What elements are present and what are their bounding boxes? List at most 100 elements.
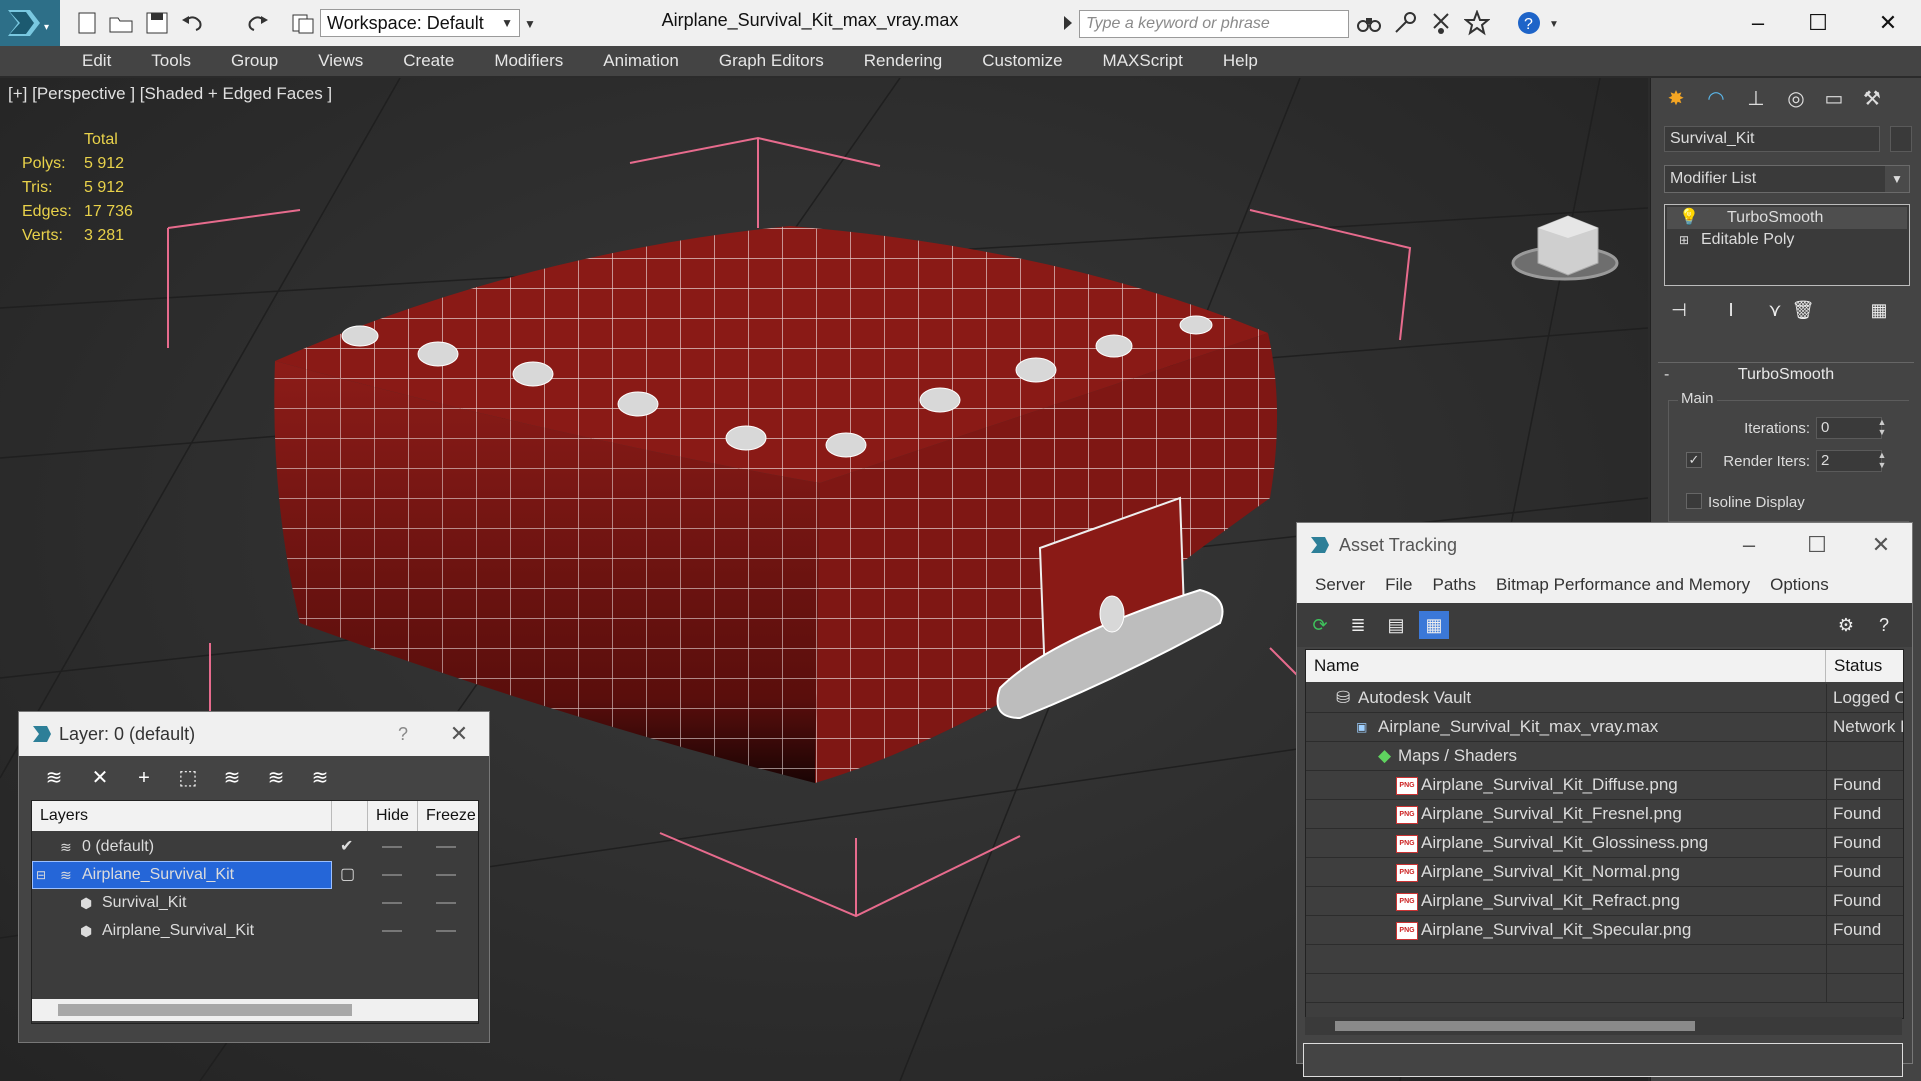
layer-hscroll-thumb[interactable] — [58, 1004, 352, 1016]
list-view-icon[interactable]: ≣ — [1343, 611, 1373, 639]
column-header-status[interactable]: Status — [1826, 650, 1903, 682]
menu-edit[interactable]: Edit — [62, 46, 131, 76]
render-iters-input[interactable]: 2 — [1816, 450, 1882, 472]
set-active-layer-icon[interactable]: ▢ — [340, 861, 355, 889]
column-header-hide[interactable]: Hide — [368, 801, 418, 831]
isoline-display-checkbox[interactable] — [1686, 493, 1702, 509]
freeze-toggle[interactable] — [436, 930, 456, 932]
create-layer-icon[interactable]: ≋ — [39, 764, 69, 792]
create-tab-icon[interactable]: ✸ — [1659, 82, 1693, 116]
help-question-button[interactable]: ? — [383, 718, 423, 750]
freeze-toggle[interactable] — [436, 846, 456, 848]
remove-modifier-icon[interactable]: 🗑 — [1788, 296, 1818, 324]
help-icon[interactable]: ? — [1516, 10, 1542, 36]
thumbnail-view-icon[interactable]: ▤ — [1381, 611, 1411, 639]
open-folder-icon[interactable] — [108, 10, 134, 36]
active-layer-check-icon[interactable]: ✔ — [340, 833, 353, 861]
asset-row[interactable]: ▣ Airplane_Survival_Kit_max_vray.max Net… — [1306, 713, 1903, 742]
asset-close-button[interactable]: ✕ — [1861, 529, 1901, 561]
make-unique-icon[interactable]: ⋎ — [1760, 296, 1790, 324]
pin-stack-icon[interactable]: ⊣ — [1664, 296, 1694, 324]
minimize-button[interactable]: – — [1730, 4, 1786, 42]
collapse-minus-icon[interactable]: ⊟ — [36, 861, 46, 889]
asset-menu-server[interactable]: Server — [1305, 567, 1375, 603]
view-cube-icon[interactable] — [1511, 215, 1619, 281]
help-menu-icon[interactable]: ▼ — [1548, 10, 1562, 36]
menu-graph-editors[interactable]: Graph Editors — [699, 46, 844, 76]
add-to-layer-icon[interactable]: + — [129, 764, 159, 792]
asset-row[interactable]: PNG Airplane_Survival_Kit_Refract.png Fou… — [1306, 887, 1903, 916]
workspace-select[interactable]: Workspace: Default ▼ — [320, 9, 520, 37]
app-logo-icon[interactable]: ▾ — [0, 0, 60, 46]
key-icon[interactable] — [1392, 10, 1418, 36]
menu-create[interactable]: Create — [383, 46, 474, 76]
workspace-menu-icon[interactable]: ▼ — [522, 10, 540, 36]
menu-group[interactable]: Group — [211, 46, 298, 76]
save-icon[interactable] — [144, 10, 170, 36]
rollout-title[interactable]: TurboSmooth — [1658, 366, 1914, 384]
asset-row[interactable]: ◆ Maps / Shaders — [1306, 742, 1903, 771]
asset-row[interactable]: PNG Airplane_Survival_Kit_Diffuse.png Fou… — [1306, 771, 1903, 800]
asset-status-field[interactable] — [1303, 1043, 1903, 1077]
hide-toggle[interactable] — [382, 846, 402, 848]
layer-row[interactable]: ≋ 0 (default) ✔ — [32, 833, 478, 861]
asset-menu-paths[interactable]: Paths — [1422, 567, 1485, 603]
stack-item-editable-poly[interactable]: ⊞ Editable Poly — [1667, 229, 1907, 251]
menu-modifiers[interactable]: Modifiers — [474, 46, 583, 76]
menu-rendering[interactable]: Rendering — [844, 46, 962, 76]
layer-row[interactable]: ⊟ ≋ Airplane_Survival_Kit ▢ — [32, 861, 478, 889]
menu-customize[interactable]: Customize — [962, 46, 1082, 76]
asset-hscroll[interactable] — [1305, 1017, 1902, 1035]
asset-minimize-button[interactable]: – — [1729, 529, 1769, 561]
iterations-input[interactable]: 0 — [1816, 417, 1882, 439]
viewport-label[interactable]: [+] [Perspective ] [Shaded + Edged Faces… — [8, 84, 332, 104]
hierarchy-tab-icon[interactable]: ⊥ — [1739, 82, 1773, 116]
undo-icon[interactable] — [180, 10, 206, 36]
layer-row[interactable]: ⬢ Airplane_Survival_Kit — [32, 917, 478, 945]
binoculars-icon[interactable] — [1356, 10, 1382, 36]
communication-center-icon[interactable] — [1428, 10, 1454, 36]
asset-row[interactable]: PNG Airplane_Survival_Kit_Glossiness.png … — [1306, 829, 1903, 858]
asset-row[interactable]: ⛁ Autodesk Vault Logged Out — [1306, 684, 1903, 713]
layer-dialog-titlebar[interactable]: Layer: 0 (default) ? ✕ — [19, 712, 489, 756]
layer-dialog-close-button[interactable]: ✕ — [439, 718, 479, 750]
column-header-layers[interactable]: Layers — [32, 801, 332, 831]
asset-menu-options[interactable]: Options — [1760, 567, 1839, 603]
stack-item-turbosmooth[interactable]: 💡 TurboSmooth — [1667, 207, 1907, 229]
hide-toggle[interactable] — [382, 930, 402, 932]
iterations-spinner-icon[interactable]: ▲ ▼ — [1874, 417, 1890, 439]
search-input[interactable]: Type a keyword or phrase — [1079, 10, 1349, 38]
vault-connect-icon[interactable]: ⚙ — [1831, 611, 1861, 639]
maximize-button[interactable]: ☐ — [1790, 4, 1846, 42]
menu-tools[interactable]: Tools — [131, 46, 211, 76]
asset-row[interactable]: PNG Airplane_Survival_Kit_Fresnel.png Fou… — [1306, 800, 1903, 829]
new-file-icon[interactable] — [74, 10, 100, 36]
hide-all-layers-icon[interactable]: ≋ — [261, 764, 291, 792]
table-view-icon[interactable]: ▦ — [1419, 611, 1449, 639]
close-button[interactable]: ✕ — [1860, 4, 1916, 42]
utilities-tab-icon[interactable]: ⚒ — [1855, 82, 1889, 116]
highlight-layer-icon[interactable]: ≋ — [217, 764, 247, 792]
redo-icon[interactable] — [244, 10, 270, 36]
menu-views[interactable]: Views — [298, 46, 383, 76]
project-folder-icon[interactable] — [290, 10, 316, 36]
asset-menu-bitmap-performance[interactable]: Bitmap Performance and Memory — [1486, 567, 1760, 603]
object-name-field[interactable]: Survival_Kit — [1664, 126, 1880, 152]
lightbulb-icon[interactable]: 💡 — [1679, 207, 1699, 229]
select-objects-icon[interactable]: ⬚ — [173, 764, 203, 792]
delete-layer-icon[interactable]: ✕ — [85, 764, 115, 792]
search-expand-icon[interactable] — [1060, 10, 1076, 36]
object-color-swatch[interactable] — [1890, 126, 1912, 152]
display-tab-icon[interactable]: ▭ — [1817, 82, 1851, 116]
freeze-all-layers-icon[interactable]: ≋ — [305, 764, 335, 792]
hide-toggle[interactable] — [382, 874, 402, 876]
asset-row[interactable]: PNG Airplane_Survival_Kit_Normal.png Foun… — [1306, 858, 1903, 887]
menu-maxscript[interactable]: MAXScript — [1083, 46, 1203, 76]
layer-row[interactable]: ⬢ Survival_Kit — [32, 889, 478, 917]
expand-plus-icon[interactable]: ⊞ — [1679, 229, 1689, 251]
render-iters-spinner-icon[interactable]: ▲ ▼ — [1874, 450, 1890, 472]
modifier-list-dropdown[interactable]: Modifier List ▼ — [1664, 165, 1910, 193]
hide-toggle[interactable] — [382, 902, 402, 904]
menu-help[interactable]: Help — [1203, 46, 1278, 76]
menu-animation[interactable]: Animation — [583, 46, 699, 76]
